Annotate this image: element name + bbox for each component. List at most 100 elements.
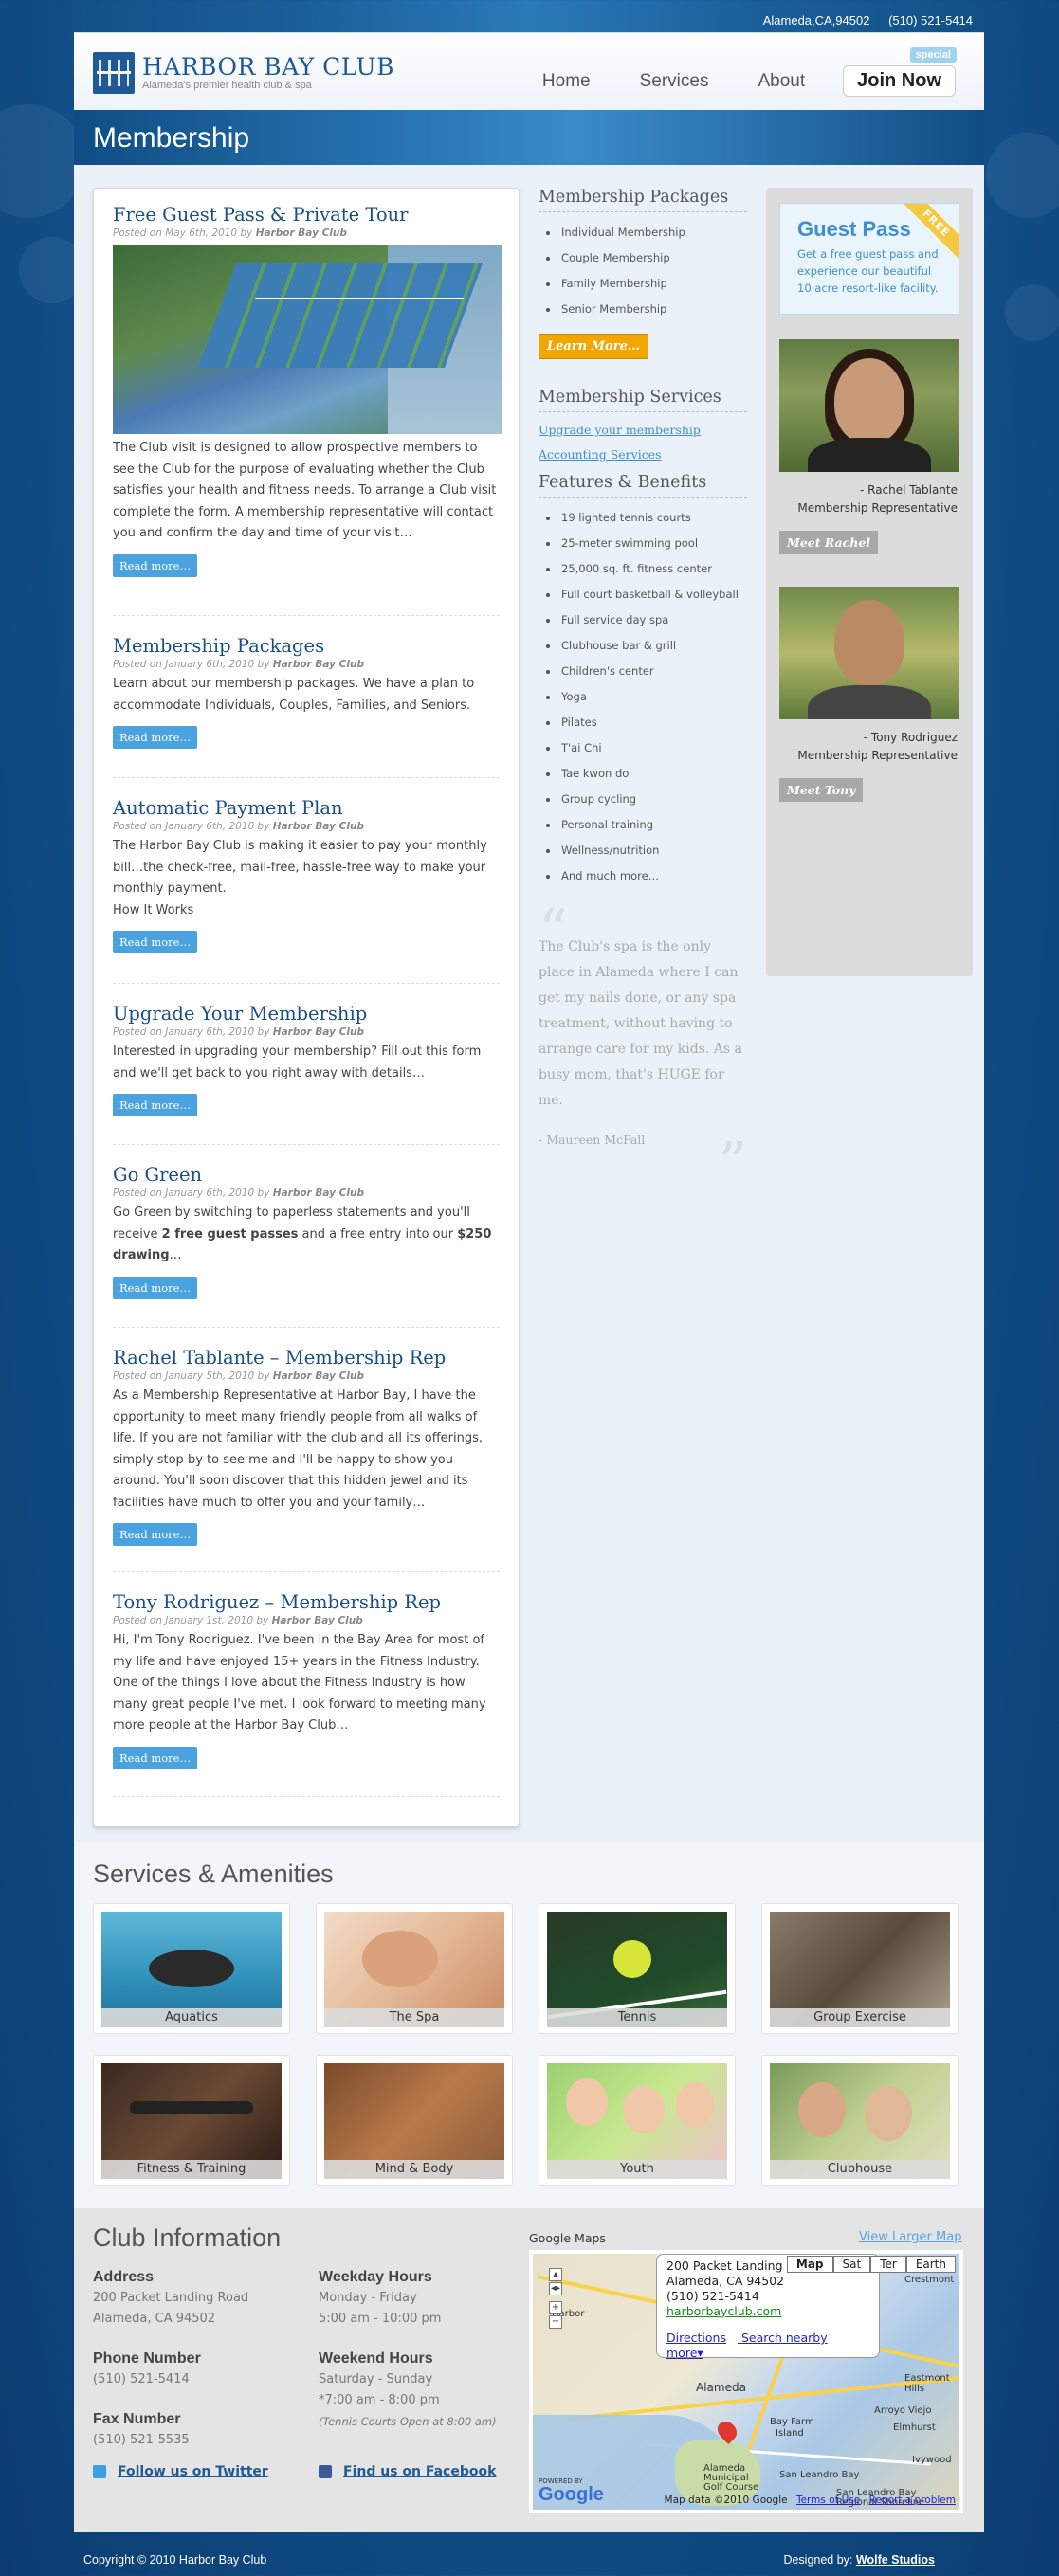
page-title: Membership: [93, 122, 250, 154]
post-meta: Posted on January 6th, 2010 by Harbor Ba…: [113, 1188, 364, 1199]
service-card-fitness[interactable]: Fitness & Training: [93, 2055, 290, 2186]
quote-author: - Maureen McFall: [539, 1133, 646, 1147]
quote-text: The Club's spa is the only place in Alam…: [539, 939, 742, 1108]
background-bubble: [1005, 284, 1059, 341]
read-more-button[interactable]: Read more…: [113, 1746, 197, 1769]
fax-label: Fax Number: [93, 2411, 181, 2427]
terms-link[interactable]: Terms of Use: [796, 2494, 860, 2506]
twitter-link[interactable]: Follow us on Twitter: [93, 2464, 268, 2479]
post-meta: Posted on January 1st, 2010 by Harbor Ba…: [113, 1615, 363, 1626]
read-more-button[interactable]: Read more…: [113, 1276, 197, 1299]
service-label: Aquatics: [101, 2008, 282, 2027]
post-title[interactable]: Automatic Payment Plan: [113, 797, 500, 820]
map-place-label: Alameda Municipal Golf Course: [703, 2463, 759, 2493]
nav-services[interactable]: Services: [640, 71, 709, 92]
pan-left-right-icon[interactable]: ◂▸: [549, 2282, 562, 2295]
post-title[interactable]: Free Guest Pass & Private Tour: [113, 204, 500, 227]
nav-about[interactable]: About: [758, 71, 805, 92]
service-card-youth[interactable]: Youth: [539, 2055, 736, 2186]
address-line-1: 200 Packet Landing Road: [93, 2291, 249, 2305]
learn-more-button[interactable]: Learn More…: [539, 334, 648, 359]
nav-home[interactable]: Home: [542, 71, 591, 92]
pan-up-icon[interactable]: ▴: [549, 2268, 562, 2281]
map-attribution: Map data ©2010 Google Terms of Use Repor…: [659, 2494, 956, 2506]
service-card-group-exercise[interactable]: Group Exercise: [761, 1903, 959, 2034]
map-type-ter[interactable]: Ter: [870, 2256, 906, 2273]
page-banner: Membership: [74, 110, 984, 165]
rep-caption: - Tony Rodriguez Membership Representativ…: [797, 731, 958, 762]
designer-link[interactable]: Wolfe Studios: [856, 2553, 935, 2567]
map-zoom-controls[interactable]: ▴ ◂▸ + −: [539, 2267, 573, 2371]
list-item: Full court basketball & volleyball: [539, 582, 747, 608]
report-problem-link[interactable]: Report a problem: [869, 2494, 956, 2506]
weekend-label: Weekend Hours: [319, 2350, 433, 2367]
list-item: Pilates: [539, 710, 747, 735]
upgrade-membership-link[interactable]: Upgrade your membership: [539, 418, 747, 443]
service-card-clubhouse[interactable]: Clubhouse: [761, 2055, 959, 2186]
list-item: Tae kwon do: [539, 761, 747, 787]
site-header: HARBOR BAY CLUB Alameda's premier health…: [74, 32, 984, 110]
tennis-note: (Tennis Courts Open at 8:00 am): [319, 2415, 497, 2428]
view-larger-map-link[interactable]: View Larger Map: [859, 2230, 961, 2244]
middle-sidebar: Membership Packages Individual Membershi…: [539, 188, 747, 1192]
open-quote-icon: “: [539, 898, 568, 964]
post-item: Free Guest Pass & Private Tour Posted on…: [113, 204, 502, 616]
post-title[interactable]: Rachel Tablante – Membership Rep: [113, 1347, 500, 1370]
post-title[interactable]: Go Green: [113, 1164, 500, 1187]
list-item: T'ai Chi: [539, 735, 747, 761]
read-more-button[interactable]: Read more…: [113, 726, 197, 749]
bubble-address-2: Alameda, CA 94502: [666, 2274, 785, 2288]
facebook-link[interactable]: Find us on Facebook: [319, 2464, 496, 2479]
post-title[interactable]: Membership Packages: [113, 635, 500, 658]
more-link[interactable]: more▾: [666, 2346, 703, 2360]
directions-link[interactable]: Directions: [666, 2331, 726, 2345]
fax-value: (510) 521-5535: [93, 2433, 190, 2447]
packages-heading: Membership Packages: [539, 188, 747, 212]
logo[interactable]: HARBOR BAY CLUB Alameda's premier health…: [93, 52, 394, 94]
read-more-button[interactable]: Read more…: [113, 1094, 197, 1116]
zoom-in-icon[interactable]: +: [549, 2301, 562, 2314]
map-place-label: Arroyo Viejo: [874, 2405, 932, 2416]
service-card-tennis[interactable]: Tennis: [539, 1903, 736, 2034]
list-item: Clubhouse bar & grill: [539, 633, 747, 659]
meet-tony-button[interactable]: Meet Tony: [779, 778, 864, 802]
club-aerial-image: [113, 245, 502, 434]
zoom-out-icon[interactable]: −: [549, 2315, 562, 2329]
designer-credit: Designed by: Wolfe Studios: [783, 2553, 935, 2567]
map-type-map[interactable]: Map: [786, 2256, 833, 2273]
services-section: Services & Amenities Aquatics The Spa Te…: [74, 1842, 984, 2208]
rachel-photo: [779, 339, 959, 472]
list-item: 19 lighted tennis courts: [539, 505, 747, 531]
search-nearby-link[interactable]: Search nearby: [741, 2331, 828, 2345]
read-more-button[interactable]: Read more…: [113, 931, 197, 953]
read-more-button[interactable]: Read more…: [113, 553, 197, 577]
tony-photo: [779, 587, 959, 719]
features-heading: Features & Benefits: [539, 473, 747, 498]
phone-label: Phone Number: [93, 2350, 201, 2367]
bubble-website-link[interactable]: harborbayclub.com: [666, 2304, 869, 2319]
service-card-aquatics[interactable]: Aquatics: [93, 1903, 290, 2034]
post-item: Tony Rodriguez – Membership Rep Posted o…: [113, 1572, 500, 1797]
list-item: Yoga: [539, 684, 747, 710]
service-card-spa[interactable]: The Spa: [316, 1903, 513, 2034]
google-map[interactable]: Harbor Alameda Bay Farm Island San Leand…: [529, 2250, 963, 2513]
post-title[interactable]: Tony Rodriguez – Membership Rep: [113, 1591, 500, 1614]
map-type-earth[interactable]: Earth: [905, 2256, 956, 2273]
service-label: Mind & Body: [324, 2160, 504, 2179]
map-place-label: Elmhurst: [893, 2422, 936, 2433]
list-item: Couple Membership: [539, 245, 747, 271]
post-meta: Posted on January 6th, 2010 by Harbor Ba…: [113, 659, 364, 670]
map-place-label: Ivywood: [912, 2455, 952, 2465]
brand-tagline: Alameda's premier health club & spa: [142, 80, 312, 91]
post-title[interactable]: Upgrade Your Membership: [113, 1003, 500, 1025]
read-more-button[interactable]: Read more…: [113, 1523, 197, 1546]
join-now-button[interactable]: Join Now special: [843, 47, 957, 97]
guest-pass-promo[interactable]: FREE Guest Pass Get a free guest pass an…: [779, 203, 959, 315]
accounting-services-link[interactable]: Accounting Services: [539, 443, 747, 467]
service-card-mind-body[interactable]: Mind & Body: [316, 2055, 513, 2186]
right-sidebar: FREE Guest Pass Get a free guest pass an…: [766, 188, 973, 976]
list-item: And much more…: [539, 863, 747, 889]
meet-rachel-button[interactable]: Meet Rachel: [779, 531, 879, 554]
list-item: Senior Membership: [539, 297, 747, 322]
map-type-sat[interactable]: Sat: [832, 2256, 871, 2273]
